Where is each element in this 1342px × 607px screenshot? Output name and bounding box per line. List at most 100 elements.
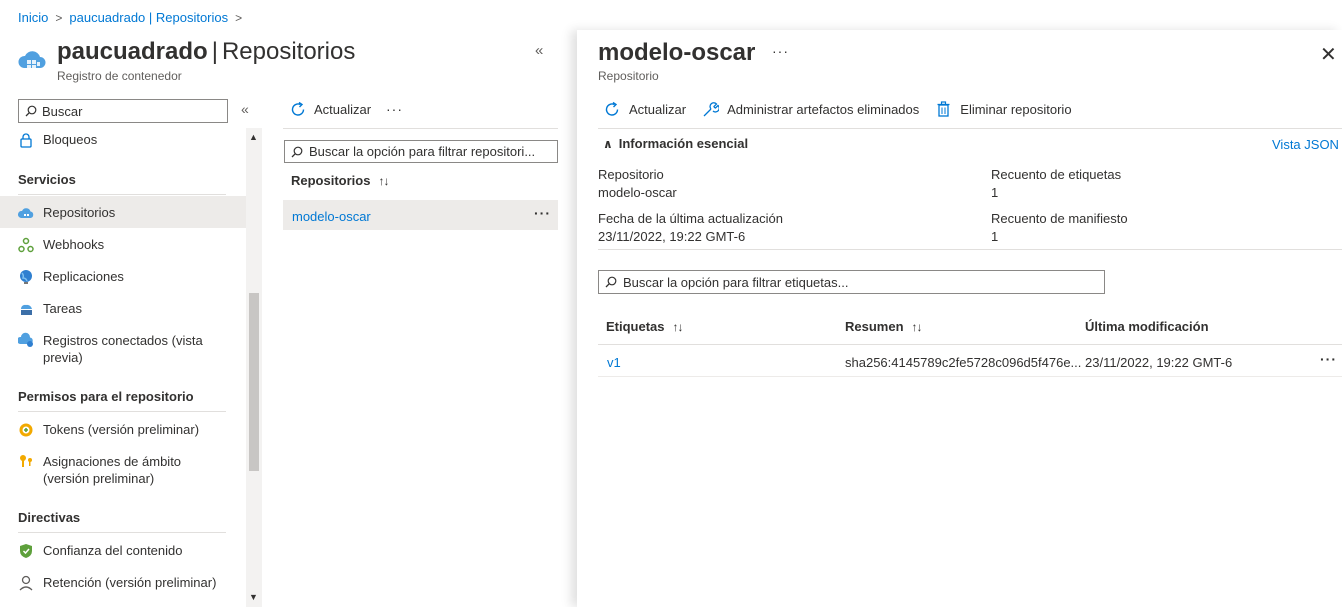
manage-deleted-label: Administrar artefactos eliminados — [727, 102, 920, 117]
collapse-sidebar-icon[interactable]: « — [241, 101, 249, 117]
breadcrumb-home-link[interactable]: Inicio — [18, 10, 48, 25]
connected-registry-icon — [18, 332, 33, 347]
sort-icon: ↑↓ — [911, 319, 923, 334]
refresh-label: Actualizar — [629, 102, 687, 117]
blade-more-options-icon[interactable]: ··· — [772, 43, 789, 59]
wrench-icon — [703, 102, 720, 117]
blade-title: modelo-oscar — [598, 39, 756, 66]
sidebar-item-retencion[interactable]: Retención (versión preliminar) — [0, 575, 246, 591]
delete-repository-label: Eliminar repositorio — [960, 102, 1072, 117]
refresh-button[interactable]: Actualizar — [604, 101, 686, 118]
title-separator: | — [211, 38, 218, 65]
scroll-up-icon[interactable]: ▲ — [249, 132, 258, 142]
sidebar-item-confianza[interactable]: Confianza del contenido — [0, 543, 246, 559]
prop-label-last-updated: Fecha de la última actualización — [598, 211, 783, 226]
essentials-toggle[interactable]: ∧ Información esencial — [603, 136, 748, 151]
modified-column-header[interactable]: Última modificación — [1085, 319, 1209, 334]
sidebar-search-input[interactable] — [42, 103, 212, 119]
divider — [598, 344, 1342, 345]
row-more-options-icon[interactable]: ··· — [1320, 351, 1337, 367]
sidebar-item-label: Tokens (versión preliminar) — [43, 422, 200, 437]
trash-icon — [937, 101, 950, 117]
container-registry-icon — [18, 51, 46, 68]
repository-filter-input[interactable] — [309, 144, 549, 159]
delete-repository-button[interactable]: Eliminar repositorio — [935, 101, 1072, 118]
scrollbar-thumb[interactable] — [249, 293, 259, 471]
prop-label-repository: Repositorio — [598, 167, 664, 182]
sidebar-item-label: Replicaciones — [43, 269, 124, 284]
tag-filter-box[interactable] — [598, 270, 1105, 294]
shield-icon — [20, 544, 32, 558]
column-header-label: Etiquetas — [606, 319, 665, 334]
refresh-label: Actualizar — [314, 102, 372, 117]
modified-cell: 23/11/2022, 19:22 GMT-6 — [1085, 355, 1233, 370]
sidebar-item-repositorios[interactable]: Repositorios — [0, 196, 246, 228]
sidebar-item-webhooks[interactable]: Webhooks — [0, 237, 246, 253]
resource-type: Registro de contenedor — [57, 69, 182, 83]
chevron-right-icon: > — [55, 10, 63, 25]
prop-value-repository: modelo-oscar — [598, 185, 677, 200]
digest-column-header[interactable]: Resumen ↑↓ — [845, 319, 923, 334]
page-title: paucuadrado | Repositorios — [57, 38, 355, 66]
tags-column-header[interactable]: Etiquetas ↑↓ — [606, 319, 684, 334]
scope-map-icon — [20, 455, 32, 467]
sidebar-section-directivas: Directivas — [18, 510, 226, 533]
column-header-label: Repositorios — [291, 173, 371, 188]
tag-link[interactable]: v1 — [607, 355, 621, 370]
sidebar-item-label: Tareas — [43, 301, 83, 316]
divider — [598, 128, 1342, 129]
sidebar-section-permisos: Permisos para el repositorio — [18, 389, 226, 412]
sidebar-search-box[interactable] — [18, 99, 228, 123]
sidebar-item-label: Confianza del contenido — [43, 543, 183, 558]
prop-value-last-updated: 23/11/2022, 19:22 GMT-6 — [598, 229, 746, 244]
sort-icon: ↑↓ — [672, 319, 684, 334]
sidebar-item-registros-conectados[interactable]: Registros conectados (vista previa) — [0, 332, 210, 366]
search-icon — [605, 276, 617, 288]
search-icon — [25, 105, 37, 117]
repository-filter-box[interactable] — [284, 140, 558, 163]
sidebar: Bloqueos Servicios Repositorios Webhooks… — [0, 128, 246, 607]
blade-subtitle: Repositorio — [598, 69, 659, 83]
sidebar-item-bloqueos[interactable]: Bloqueos — [0, 132, 246, 148]
manage-deleted-artifacts-button[interactable]: Administrar artefactos eliminados — [702, 101, 919, 118]
sidebar-item-tokens[interactable]: Tokens (versión preliminar) — [0, 422, 246, 438]
sidebar-item-label: Bloqueos — [43, 132, 98, 147]
token-icon — [19, 423, 33, 437]
sidebar-item-label: Asignaciones de ámbito (versión prelimin… — [43, 454, 182, 486]
column-header-label: Resumen — [845, 319, 904, 334]
sidebar-item-label: Retención (versión preliminar) — [43, 575, 217, 590]
lock-icon — [20, 133, 32, 148]
breadcrumb-current-link[interactable]: paucuadrado | Repositorios — [69, 10, 228, 25]
sidebar-item-tareas[interactable]: Tareas — [0, 301, 246, 317]
row-more-options-icon[interactable]: ··· — [534, 205, 551, 221]
prop-value-manifest-count: 1 — [991, 229, 999, 244]
sidebar-section-servicios: Servicios — [18, 172, 226, 195]
prop-label-manifest-count: Recuento de manifiesto — [991, 211, 1128, 226]
prop-value-tag-count: 1 — [991, 185, 999, 200]
sidebar-item-asignaciones[interactable]: Asignaciones de ámbito (versión prelimin… — [0, 453, 210, 487]
webhook-icon — [18, 237, 34, 253]
chevron-up-icon: ∧ — [603, 136, 613, 151]
more-options-icon[interactable]: ··· — [386, 101, 403, 117]
close-icon[interactable]: ✕ — [1320, 42, 1337, 67]
repositories-column-header[interactable]: Repositorios ↑↓ — [291, 173, 389, 188]
collapse-panel-icon[interactable]: « — [535, 42, 543, 59]
digest-cell: sha256:4145789c2fe5728c096d5f476e... — [845, 355, 1082, 370]
sidebar-item-label: Webhooks — [43, 237, 105, 252]
search-icon — [291, 146, 303, 157]
scroll-down-icon[interactable]: ▼ — [249, 592, 258, 602]
resource-section: Repositorios — [221, 38, 356, 65]
refresh-repositories-button[interactable]: Actualizar — [290, 101, 371, 118]
sidebar-item-label: Repositorios — [43, 205, 116, 220]
retention-icon — [19, 575, 33, 591]
cloud-icon — [18, 208, 34, 218]
json-view-link[interactable]: Vista JSON — [1272, 137, 1339, 152]
tag-filter-input[interactable] — [623, 274, 1093, 290]
chevron-right-icon: > — [235, 10, 243, 25]
sort-icon: ↑↓ — [378, 173, 389, 188]
prop-label-tag-count: Recuento de etiquetas — [991, 167, 1122, 182]
column-header-label: Última modificación — [1085, 319, 1209, 334]
sidebar-item-label: Registros conectados (vista previa) — [43, 333, 203, 365]
sidebar-item-replicaciones[interactable]: Replicaciones — [0, 269, 246, 285]
repository-link[interactable]: modelo-oscar — [292, 209, 371, 224]
